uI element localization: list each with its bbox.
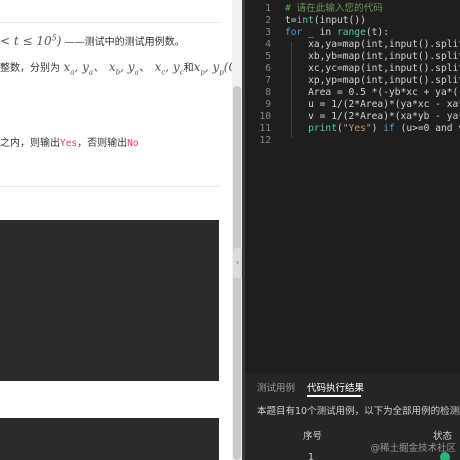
line-number: 9 bbox=[265, 99, 271, 110]
collapse-panel-button[interactable]: ‹ bbox=[233, 248, 242, 278]
tab-testcases[interactable]: 测试用例 bbox=[257, 380, 295, 394]
code-line[interactable]: 3 for _ in range(t): bbox=[245, 27, 460, 39]
code-line[interactable]: 2 t=int(input()) bbox=[245, 15, 460, 27]
input-desc-line: 整数，分别为 xa, ya、 xb, ya、 xc, yc和xp, yp(0 < bbox=[0, 58, 232, 76]
constraint-line: < t ≤ 105) ——测试中的测试用例数。 bbox=[0, 33, 185, 48]
divider bbox=[0, 22, 219, 23]
line-number: 1 bbox=[265, 3, 271, 14]
code-text: print("Yes") if (u>=0 and v>=0 and u+v<=… bbox=[308, 123, 460, 134]
line-number: 8 bbox=[265, 87, 271, 98]
line-number: 10 bbox=[259, 111, 271, 122]
row-index: 1 bbox=[308, 452, 315, 460]
code-text: v = 1/(2*Area)*(xa*yb - ya*xb + (ya - yb… bbox=[308, 111, 460, 122]
col-index-header: 序号 bbox=[303, 431, 323, 442]
constraint-math: < t ≤ 10 bbox=[0, 34, 52, 48]
code-line[interactable]: 7 xp,yp=map(int,input().split()) bbox=[245, 75, 460, 87]
code-text: t=int(input()) bbox=[285, 15, 366, 26]
code-line[interactable]: 11 print("Yes") if (u>=0 and v>=0 and u+… bbox=[245, 123, 460, 135]
code-text: xb,yb=map(int,input().split()) bbox=[308, 51, 460, 62]
code-editor[interactable]: 1 # 请在此输入您的代码 2 t=int(input()) 3 for _ in r… bbox=[245, 0, 460, 374]
chevron-left-icon: ‹ bbox=[235, 258, 240, 268]
line-number: 6 bbox=[265, 63, 271, 74]
code-line[interactable]: 1 # 请在此输入您的代码 bbox=[245, 3, 460, 15]
line-number: 12 bbox=[259, 135, 271, 146]
output-desc-text2: ，否则输出 bbox=[77, 138, 128, 149]
code-line[interactable]: 5 xb,yb=map(int,input().split()) bbox=[245, 51, 460, 63]
output-desc-text1: 之内，则输出 bbox=[0, 138, 60, 149]
active-tab-indicator bbox=[307, 395, 361, 397]
results-panel: 测试用例 代码执行结果 本题目有10个测试用例，以下为全部用例的检测结果 序号 … bbox=[245, 374, 460, 460]
divider bbox=[0, 186, 219, 187]
line-number: 7 bbox=[265, 75, 271, 86]
line-number: 4 bbox=[265, 39, 271, 50]
code-text: xa,ya=map(int,input().split()) bbox=[308, 39, 460, 50]
input-desc-and: 和 bbox=[183, 63, 194, 74]
results-summary: 本题目有10个测试用例，以下为全部用例的检测结果 bbox=[257, 406, 460, 417]
code-line[interactable]: 4 xa,ya=map(int,input().split()) bbox=[245, 39, 460, 51]
code-line[interactable]: 10 v = 1/(2*Area)*(xa*yb - ya*xb + (ya -… bbox=[245, 111, 460, 123]
code-text: Area = 0.5 *(-yb*xc + ya*(-xb + xc) + xa… bbox=[308, 87, 460, 98]
code-line[interactable]: 9 u = 1/(2*Area)*(ya*xc - xa*yc + (yc - … bbox=[245, 99, 460, 111]
code-text: u = 1/(2*Area)*(ya*xc - xa*yc + (yc - ya… bbox=[308, 99, 460, 110]
yes-code: Yes bbox=[60, 138, 78, 149]
code-comment: # 请在此输入您的代码 bbox=[285, 3, 383, 14]
code-line[interactable]: 12 bbox=[245, 135, 460, 147]
no-code: No bbox=[127, 138, 139, 149]
code-line[interactable]: 6 xc,yc=map(int,input().split()) bbox=[245, 63, 460, 75]
sample-output-block bbox=[0, 418, 219, 460]
line-number: 2 bbox=[265, 15, 271, 26]
sample-input-block bbox=[0, 220, 219, 381]
code-line[interactable]: 8 Area = 0.5 *(-yb*xc + ya*(-xb + xc) + … bbox=[245, 87, 460, 99]
code-text: for _ in range(t): bbox=[285, 27, 389, 38]
line-number: 5 bbox=[265, 51, 271, 62]
line-number: 11 bbox=[259, 123, 271, 134]
constraint-desc: ——测试中的测试用例数。 bbox=[61, 37, 185, 48]
code-text: xc,yc=map(int,input().split()) bbox=[308, 63, 460, 74]
input-desc-vars: xa, ya、 xb, ya、 xc, yc bbox=[63, 60, 184, 77]
output-desc-line: 之内，则输出Yes，否则输出No bbox=[0, 134, 139, 149]
watermark: @稀土掘金技术社区 bbox=[370, 443, 456, 454]
code-text: xp,yp=map(int,input().split()) bbox=[308, 75, 460, 86]
input-desc-text: 整数，分别为 bbox=[0, 63, 60, 74]
tab-output[interactable]: 代码执行结果 bbox=[307, 380, 364, 394]
line-number: 3 bbox=[265, 27, 271, 38]
problem-panel: < t ≤ 105) ——测试中的测试用例数。 整数，分别为 xa, ya、 x… bbox=[0, 0, 232, 460]
input-desc-p: xp, yp(0 < bbox=[193, 60, 232, 77]
